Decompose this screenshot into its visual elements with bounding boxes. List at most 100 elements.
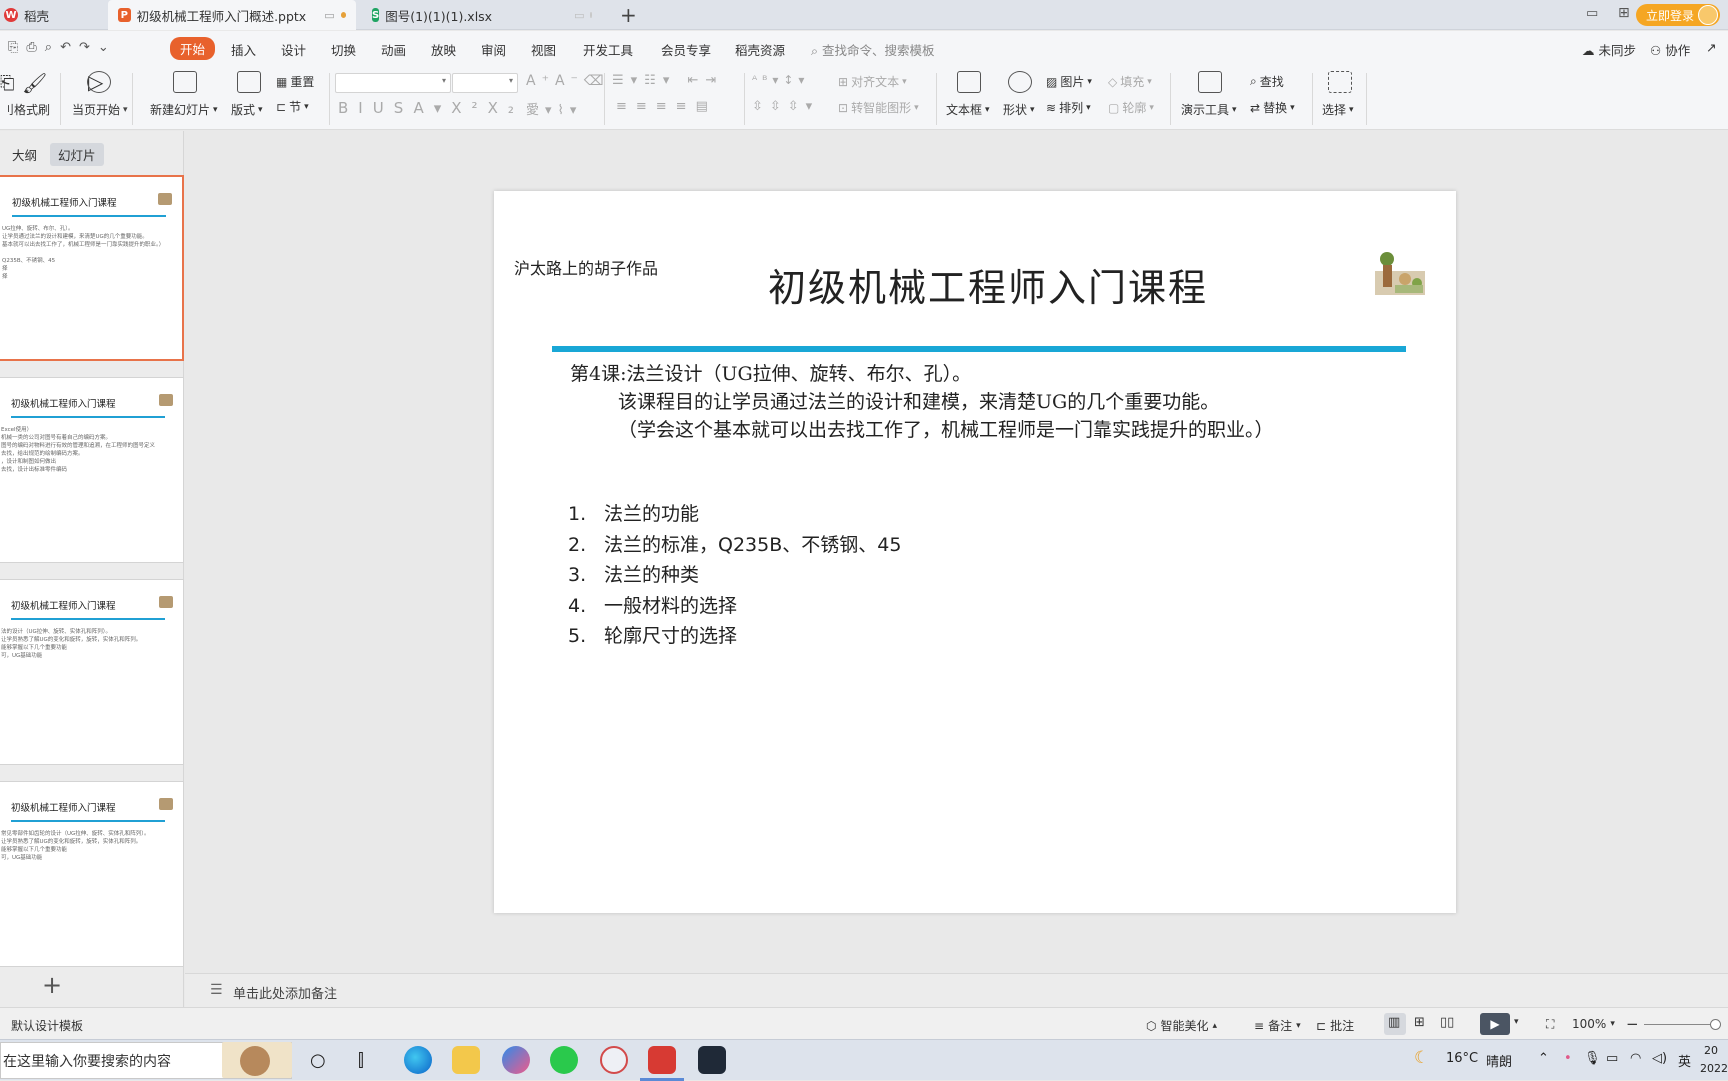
menu-start[interactable]: 开始	[170, 37, 216, 60]
play-options-chevron-icon[interactable]: ▾	[1514, 1017, 1519, 1027]
new-slide-button[interactable]: 新建幻灯片 ▾	[150, 101, 218, 118]
slide-title[interactable]: 初级机械工程师入门课程	[768, 257, 1208, 312]
tray-expand-chevron-icon[interactable]: ⌃	[1538, 1051, 1549, 1066]
textbox-button[interactable]: 文本框 ▾	[946, 101, 990, 118]
align-icons[interactable]: ≡≡≡≡▤	[616, 99, 717, 114]
font-name-select[interactable]: ▾	[335, 73, 451, 93]
replace-button[interactable]: ⇄ 替换 ▾	[1250, 99, 1295, 116]
slide-thumbnail-1[interactable]: 初级机械工程师入门课程 UG拉伸、旋转、布尔、孔）。 让学员通过法兰的设计和建模…	[0, 175, 184, 361]
zoom-level[interactable]: 100% ▾	[1572, 1017, 1615, 1031]
grid-apps-icon[interactable]: ⊞	[1618, 5, 1630, 21]
line-spacing-icons[interactable]: ⇳⇳⇳▾	[752, 99, 819, 114]
outline-button[interactable]: ▢ 轮廓 ▾	[1108, 99, 1154, 116]
smart-shape-button[interactable]: ⊡ 转智能图形 ▾	[838, 99, 919, 116]
align-text-button[interactable]: ⊞ 对齐文本 ▾	[838, 73, 907, 90]
notes-placeholder[interactable]: 单击此处添加备注	[233, 983, 337, 1002]
menu-animation[interactable]: 动画	[381, 40, 406, 59]
lesson-purpose[interactable]: 该课程目的让学员通过法兰的设计和建模，来清楚UG的几个重要功能。	[618, 387, 1219, 414]
font-style-icons[interactable]: BIUSA▾X²X₂	[338, 99, 524, 117]
paste-label-cut[interactable]: 刂	[2, 101, 14, 118]
menu-view[interactable]: 视图	[531, 40, 556, 59]
slide-sorter-icon[interactable]: ⊞	[1414, 1015, 1425, 1030]
reset-button[interactable]: ▦ 重置	[276, 73, 314, 90]
menu-design[interactable]: 设计	[281, 40, 306, 59]
share-icon[interactable]: ↗	[1706, 40, 1716, 55]
picture-button[interactable]: ▨ 图片 ▾	[1046, 73, 1092, 90]
new-tab-button[interactable]: +	[620, 3, 637, 27]
weather-text[interactable]: 晴朗	[1486, 1051, 1512, 1070]
topic-list[interactable]: 1. 法兰的功能 2. 法兰的标准，Q235B、不锈钢、45 3. 法兰的种类 4. 一…	[568, 499, 901, 652]
tab-pptx[interactable]: P 初级机械工程师入门概述.pptx ▭	[108, 0, 356, 30]
notes-toggle-button[interactable]: ≡ 备注 ▾	[1254, 1017, 1301, 1034]
fill-button[interactable]: ◇ 填充 ▾	[1108, 73, 1152, 90]
zoom-slider-track[interactable]	[1644, 1024, 1716, 1025]
clock-time[interactable]: 20	[1704, 1044, 1718, 1057]
slide-thumbnail-3[interactable]: 初级机械工程师入门课程 法的设计（UG拉伸、旋转、实体孔和阵列）。 让学员熟悉了…	[0, 579, 184, 765]
wechat-icon[interactable]	[550, 1046, 578, 1074]
layout-icon[interactable]	[237, 71, 261, 93]
select-icon[interactable]	[1328, 71, 1352, 93]
design-template-status[interactable]: 默认设计模板	[11, 1017, 83, 1034]
login-button[interactable]: 立即登录	[1635, 4, 1720, 26]
menu-insert[interactable]: 插入	[231, 40, 256, 59]
font-size-adjust-icons[interactable]: A⁺A⁻⌫	[526, 73, 610, 89]
add-slide-button[interactable]: +	[42, 971, 62, 999]
select-button[interactable]: 选择 ▾	[1322, 101, 1354, 118]
shape-icon[interactable]	[1008, 71, 1032, 93]
find-button[interactable]: ⌕ 查找	[1250, 73, 1284, 90]
slide-thumbnail-4[interactable]: 初级机械工程师入门课程 常见零部件如齿轮的设计（UG拉伸、旋转、实体孔和阵列）。…	[0, 781, 184, 967]
command-search[interactable]: ⌕ 查找命令、搜索模板	[811, 40, 935, 59]
current-slide[interactable]: 沪太路上的胡子作品 初级机械工程师入门课程 第4课:法兰设计（UG拉伸、旋转、布…	[494, 191, 1456, 913]
microphone-icon[interactable]: 🎙	[1584, 1051, 1601, 1066]
edge-browser-icon[interactable]	[404, 1046, 432, 1074]
tab-xlsx[interactable]: S 图号(1)(1)(1).xlsx ▭	[362, 0, 602, 30]
menu-resources[interactable]: 稻壳资源	[735, 40, 785, 59]
slide-thumbnail-2[interactable]: 初级机械工程师入门课程 Excel使用） 机械一类的公司对图号有着自己的编码方案…	[0, 377, 184, 563]
fit-window-icon[interactable]: ⛶	[1546, 1017, 1554, 1032]
textbox-icon[interactable]	[957, 71, 981, 93]
monitor-icon[interactable]: ▭	[574, 9, 584, 22]
task-view-circle-icon[interactable]: ○	[310, 1050, 326, 1071]
slide-illustration[interactable]	[1375, 249, 1425, 295]
comment-button[interactable]: ⊏ 批注	[1316, 1017, 1354, 1034]
weather-temp[interactable]: 16°C	[1446, 1051, 1478, 1066]
layout-button[interactable]: 版式 ▾	[231, 101, 263, 118]
collab-button[interactable]: ⚇ 协作	[1650, 40, 1690, 59]
wifi-icon[interactable]: ◠	[1630, 1051, 1641, 1066]
file-explorer-icon[interactable]	[452, 1046, 480, 1074]
beautify-button[interactable]: ⬡ 智能美化 ▴	[1146, 1017, 1217, 1034]
app-feather-icon[interactable]	[502, 1046, 530, 1074]
tab-outline[interactable]: 大纲	[4, 143, 45, 166]
zoom-out-icon[interactable]: −	[1626, 1015, 1639, 1033]
shape-button[interactable]: 形状 ▾	[1003, 101, 1035, 118]
quick-access-icons[interactable]: ⎘⎙⌕↶↷⌄	[8, 40, 117, 55]
notes-pane[interactable]: ☰ 单击此处添加备注	[185, 973, 1728, 1007]
play-slideshow-button[interactable]: ▶	[1480, 1013, 1510, 1035]
multitask-icon[interactable]: ⫿	[358, 1050, 364, 1071]
format-brush-button[interactable]: 格式刷	[14, 101, 50, 118]
menu-review[interactable]: 审阅	[481, 40, 506, 59]
monitor-icon[interactable]: ▭	[324, 9, 334, 22]
text-effect-icons[interactable]: 愛▾⌇▾	[526, 99, 582, 118]
present-tools-button[interactable]: 演示工具 ▾	[1181, 101, 1237, 118]
menu-devtools[interactable]: 开发工具	[583, 40, 633, 59]
lesson-note[interactable]: （学会这个基本就可以出去找工作了，机械工程师是一门靠实践提升的职业。）	[618, 415, 1274, 442]
zoom-slider-handle[interactable]	[1710, 1019, 1721, 1030]
clock-date[interactable]: 2022	[1700, 1062, 1728, 1075]
menu-slideshow[interactable]: 放映	[431, 40, 456, 59]
tab-slides[interactable]: 幻灯片	[50, 143, 104, 166]
layout-switch-icon[interactable]: ▭	[1586, 6, 1598, 21]
format-brush-icon[interactable]: 🖌	[22, 71, 47, 95]
menu-member[interactable]: 会员专享	[661, 40, 711, 59]
tray-dot-icon[interactable]: •	[1564, 1051, 1572, 1066]
reading-view-icon[interactable]: ▯▯	[1440, 1015, 1454, 1030]
arrange-button[interactable]: ≋ 排列 ▾	[1046, 99, 1091, 116]
from-current-button[interactable]: 当页开始 ▾	[72, 101, 128, 118]
new-slide-icon[interactable]	[173, 71, 197, 93]
slide-author[interactable]: 沪太路上的胡子作品	[514, 255, 658, 279]
app-monitor-icon[interactable]	[698, 1046, 726, 1074]
tab-home[interactable]: W 稻壳	[0, 0, 102, 30]
volume-icon[interactable]: ◁)	[1652, 1051, 1667, 1066]
font-size-select[interactable]: ▾	[452, 73, 518, 93]
ime-indicator[interactable]: 英	[1678, 1051, 1691, 1070]
